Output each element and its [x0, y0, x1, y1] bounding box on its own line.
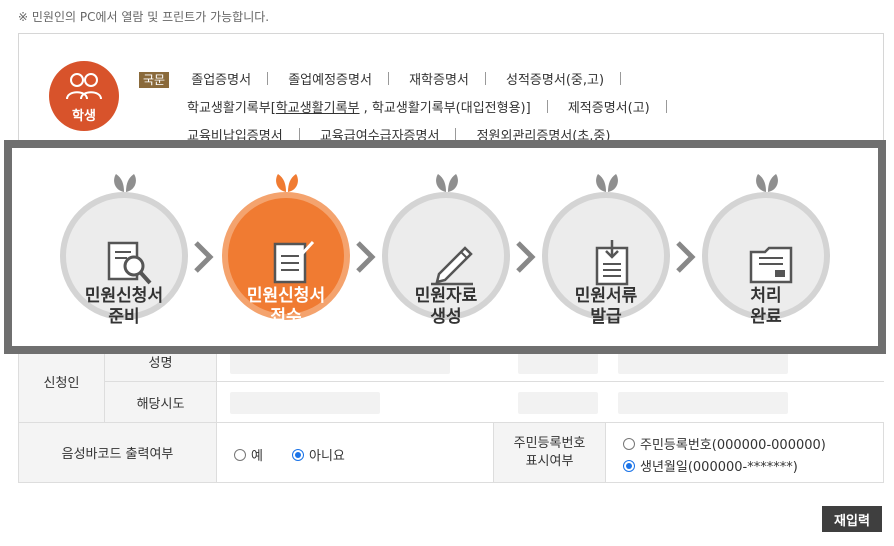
rrn-label-line1: 주민등록번호	[513, 435, 586, 451]
cert-link-enrollment[interactable]: 재학증명서	[409, 73, 469, 88]
rrn-full-option[interactable]: 주민등록번호(000000-000000)	[623, 434, 826, 453]
chevron-right-icon	[194, 241, 214, 273]
blurred-label-2	[518, 392, 598, 414]
region-label: 해당시도	[105, 382, 217, 423]
step-label: 처리 완료	[750, 286, 782, 327]
cert-link-record-admission[interactable]: , 학교생활기록부(대입전형용)]	[364, 101, 531, 116]
barcode-no-radio[interactable]	[292, 448, 304, 461]
certificate-panel: 학생 국문 졸업증명서 졸업예정증명서 재학증명서 성적증명서(중,고) 학교생…	[18, 33, 884, 144]
student-badge: 학생	[49, 61, 119, 131]
cert-link-record-prefix: 학교생활기록부[	[187, 101, 276, 116]
category-tag: 국문	[139, 72, 170, 88]
rrn-label-line2: 표시여부	[525, 453, 574, 469]
leaf-icon	[114, 174, 136, 192]
step-circle: 민원자료 생성	[382, 192, 510, 327]
cert-link-graduation[interactable]: 졸업증명서	[191, 73, 251, 88]
barcode-no-label: 아니요	[309, 449, 345, 464]
barcode-no-option[interactable]: 아니요	[292, 445, 345, 464]
blurred-label-1	[518, 352, 598, 374]
rrn-birthdate-option[interactable]: 생년월일(000000-*******)	[623, 456, 798, 475]
step-circle: 민원서류 발급	[542, 192, 670, 327]
pencil-line-icon	[431, 246, 473, 286]
process-overlay: 민원신청서 준비 민원신청서 접수 민원자료 생성 민원서류 발급 처리 완료	[4, 140, 886, 354]
step-circle: 민원신청서 접수	[222, 192, 350, 327]
step-label: 민원신청서 접수	[246, 286, 326, 327]
document-check-icon	[273, 240, 315, 284]
rrn-full-radio[interactable]	[623, 437, 635, 450]
clipboard-download-icon	[595, 240, 629, 286]
leaf-icon	[756, 174, 778, 192]
step-label: 민원신청서 준비	[84, 286, 164, 327]
step-label: 민원서류 발급	[574, 286, 638, 327]
region-select[interactable]	[230, 392, 380, 414]
leaf-icon	[596, 174, 618, 192]
cert-link-expected-graduation[interactable]: 졸업예정증명서	[288, 73, 372, 88]
step-generate: 민원자료 생성	[382, 170, 510, 327]
cert-link-grades[interactable]: 성적증명서(중,고)	[506, 73, 604, 88]
barcode-yes-option[interactable]: 예	[234, 445, 263, 464]
chevron-right-icon	[356, 241, 376, 273]
people-icon	[49, 71, 119, 105]
rrn-full-label: 주민등록번호(000000-000000)	[640, 438, 826, 453]
application-form: 신청인 성명 해당시도 음성바코드 출력여부 예 아니요 주민등록번호 표시여부…	[18, 340, 884, 483]
barcode-yes-radio[interactable]	[234, 448, 246, 461]
name-input[interactable]	[230, 352, 450, 374]
leaf-icon	[276, 174, 298, 192]
cert-link-school-record[interactable]: 학교생활기록부	[276, 101, 360, 116]
step-prepare: 민원신청서 준비	[60, 170, 188, 327]
barcode-label: 음성바코드 출력여부	[18, 423, 217, 483]
badge-label: 학생	[72, 109, 96, 124]
blurred-input-1[interactable]	[618, 352, 788, 374]
chevron-right-icon	[676, 241, 696, 273]
school-input[interactable]	[618, 392, 788, 414]
document-search-icon	[107, 241, 152, 285]
reset-button[interactable]: 재입력	[822, 506, 882, 532]
step-label: 민원자료 생성	[414, 286, 478, 327]
chevron-right-icon	[516, 241, 536, 273]
barcode-yes-label: 예	[251, 449, 263, 464]
rrn-display-label: 주민등록번호 표시여부	[494, 423, 606, 483]
cert-row-1: 국문 졸업증명서 졸업예정증명서 재학증명서 성적증명서(중,고)	[139, 69, 637, 88]
rrn-birthdate-label: 생년월일(000000-*******)	[640, 460, 798, 475]
rrn-birthdate-radio[interactable]	[623, 459, 635, 472]
folder-complete-icon	[749, 246, 793, 284]
notice-text: ※ 민원인의 PC에서 열람 및 프린트가 가능합니다.	[18, 10, 270, 24]
cert-row-2: 학교생활기록부[학교생활기록부 , 학교생활기록부(대입전형용)] 제적증명서(…	[187, 97, 683, 116]
step-complete: 처리 완료	[702, 170, 830, 327]
leaf-icon	[436, 174, 458, 192]
step-circle: 민원신청서 준비	[60, 192, 188, 327]
step-issue: 민원서류 발급	[542, 170, 670, 327]
cert-link-expulsion[interactable]: 제적증명서(고)	[568, 101, 650, 116]
step-receive: 민원신청서 접수	[222, 170, 350, 327]
step-circle: 처리 완료	[702, 192, 830, 327]
